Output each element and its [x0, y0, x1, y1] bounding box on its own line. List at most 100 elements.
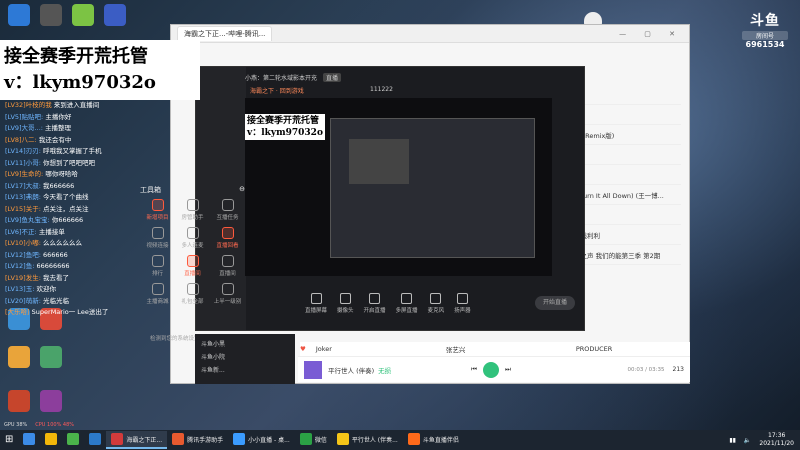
chat-message: [LV13]玉: 欢迎你	[5, 284, 135, 296]
prev-icon[interactable]: ⏮	[471, 365, 477, 374]
taskbar-app[interactable]	[84, 431, 106, 449]
desktop-icon-a[interactable]	[4, 4, 34, 26]
chat-user[interactable]: [LV13]玉:	[5, 285, 34, 293]
danmaku-chat: [LV32]叶枝的我 来到进入直播间 [LV5]贴贴吧: 主播你好 [LV9]大哥.…	[5, 100, 135, 319]
desktop-icon-h[interactable]	[36, 346, 66, 368]
chat-user[interactable]: [LV9]生命的:	[5, 170, 43, 178]
desktop-icon-i[interactable]	[4, 390, 34, 412]
chat-user[interactable]: [LV14]刃刃:	[5, 147, 41, 155]
taskbar-app[interactable]: 小小直播 - 桌...	[228, 431, 295, 449]
taskbar-app[interactable]: 海霸之下正...	[106, 431, 168, 449]
tool-item[interactable]: 上半一级别	[210, 283, 245, 305]
chat-user[interactable]: [LV13]弗朗:	[5, 193, 41, 201]
tool-item[interactable]: 视频连接	[140, 227, 175, 249]
chat-user[interactable]: [LV11]小哥:	[5, 159, 41, 167]
desktop-icon-d[interactable]	[100, 4, 130, 26]
live-control-button[interactable]: 多屏直播	[396, 292, 418, 314]
tool-item[interactable]: 房管助手	[175, 199, 210, 221]
tool-label: 直播间	[219, 271, 236, 277]
chat-user[interactable]: [LV17]大叔:	[5, 182, 41, 190]
tool-label: 上半一级别	[213, 299, 242, 305]
volume-icon[interactable]: 🔈	[744, 437, 751, 444]
clock[interactable]: 17:36 2021/11/20	[759, 432, 794, 448]
song-row-artist: 张艺兴	[445, 346, 466, 354]
tool-item[interactable]: 直播回看	[210, 227, 245, 249]
chat-text: 我去看了	[42, 273, 69, 282]
tool-label: 主播商城	[146, 299, 169, 305]
chat-text: 呼哦我又掌握了手机	[42, 147, 102, 155]
taskbar-app[interactable]	[18, 431, 40, 449]
chat-user[interactable]: [LV19]发生:	[5, 274, 41, 282]
channel-item[interactable]: 斗鱼小院	[201, 351, 289, 364]
app-icon	[67, 433, 80, 445]
album-cover[interactable]	[304, 360, 322, 379]
app-icon	[111, 433, 124, 445]
chat-message: [LV19]发生: 我去看了	[5, 273, 135, 285]
song-row[interactable]: ♥ Joker 张艺兴 PRODUCER	[300, 342, 690, 356]
tool-item[interactable]: 互播任务	[210, 199, 245, 221]
clock-time: 17:36	[768, 432, 786, 439]
chat-text: 我666666	[42, 181, 75, 190]
taskbar-app[interactable]: 平行世人 (伴奏...	[332, 431, 403, 449]
app-icon	[407, 433, 420, 445]
chat-user[interactable]: [LV15]关于:	[5, 205, 41, 213]
taskbar-app[interactable]: 腾讯手游助手	[167, 431, 228, 449]
taskbar-app[interactable]: 微信	[295, 431, 332, 449]
play-button[interactable]	[483, 361, 499, 378]
desktop-icon-c[interactable]	[68, 4, 98, 26]
taskbar-app[interactable]	[62, 431, 84, 449]
chat-user[interactable]: [LV20]萌新:	[5, 297, 41, 305]
live-control-button[interactable]: 直播屏幕	[305, 292, 327, 314]
next-icon[interactable]: ⏭	[505, 365, 511, 374]
chat-user[interactable]: [LV5]贴贴吧:	[5, 113, 43, 121]
taskbar-app[interactable]	[40, 431, 62, 449]
start-button[interactable]: ⊞	[0, 431, 18, 449]
chat-user[interactable]: [LV6]不正:	[5, 228, 37, 236]
live-control-button[interactable]: 扬声器	[454, 292, 471, 314]
tool-item[interactable]: 直播间	[175, 255, 210, 277]
chat-text: 点关注，点关注	[42, 204, 89, 213]
taskbar-app[interactable]: 斗鱼直播伴侣	[403, 431, 464, 449]
chat-user[interactable]: [LV12]鱼:	[5, 262, 34, 270]
start-live-button[interactable]: 开始直播	[535, 296, 575, 310]
chat-user[interactable]: [LV10]小嘟:	[5, 239, 41, 247]
tool-item[interactable]: 礼包全部	[175, 283, 210, 305]
toolbox-close-icon[interactable]: ⊖	[239, 185, 245, 195]
chat-user[interactable]: [大乐哈]	[5, 308, 30, 316]
tool-icon	[221, 227, 234, 239]
chat-user[interactable]: [LV12]鱼吧:	[5, 251, 41, 259]
tool-label: 多人连麦	[181, 243, 204, 249]
chat-message: [大乐哈] SuperMario一 Lee送出了	[5, 307, 135, 319]
chat-user[interactable]: [LV9]鱼丸宝宝:	[5, 216, 50, 224]
queue-count[interactable]: 213	[673, 366, 684, 373]
chat-user[interactable]: [LV9]大哥...:	[5, 124, 43, 132]
desktop-icon-b[interactable]	[36, 4, 66, 26]
tool-item[interactable]: 多人连麦	[175, 227, 210, 249]
live-control-button[interactable]: 开启直播	[364, 292, 386, 314]
live-control-button[interactable]: 摄像头	[337, 292, 354, 314]
heart-icon[interactable]: ♥	[300, 345, 306, 353]
tool-item[interactable]: 主播商城	[140, 283, 175, 305]
tool-label: 新增项目	[146, 215, 169, 221]
app-icon	[23, 433, 36, 445]
chat-user[interactable]: [LV8]八二:	[5, 136, 37, 144]
chat-user[interactable]: [LV32]叶枝的我	[5, 101, 52, 109]
toolbox: 工具箱 ⊖ 新增项目 房管助手 互播任务 视频连接 多人连麦 直播回看 排行 直播间 直播间 主播…	[140, 185, 245, 305]
channel-item[interactable]: 斗鱼小黑	[201, 338, 289, 351]
tool-item[interactable]: 直播间	[210, 255, 245, 277]
tool-item[interactable]: 排行	[140, 255, 175, 277]
nested-inner-preview	[349, 139, 409, 184]
channel-item[interactable]: 斗鱼新...	[201, 364, 289, 377]
browser-tab[interactable]: 海霸之下正...-哔哩-腾讯...	[177, 26, 273, 41]
chat-text: 欢迎你	[36, 285, 56, 293]
perf-gpu: GPU 38%	[4, 422, 28, 428]
tool-item[interactable]: 新增项目	[140, 199, 175, 221]
taskbar-app-label: 微信	[314, 436, 327, 444]
desktop-icon-j[interactable]	[36, 390, 66, 412]
window-controls[interactable]: — ▢ ✕	[619, 30, 683, 38]
live-control-button[interactable]: 麦克风	[428, 292, 444, 314]
network-icon[interactable]: ▮▮	[729, 437, 736, 444]
desktop-icon-g[interactable]	[4, 346, 34, 368]
logo-room-number: 6961534	[745, 40, 785, 49]
live-tag[interactable]: 直播	[323, 72, 342, 82]
